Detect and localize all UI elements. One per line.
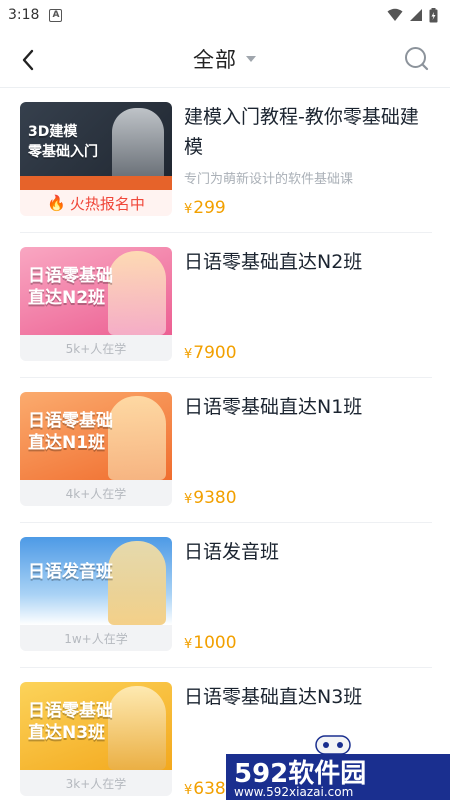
signal-icon — [410, 9, 422, 21]
currency-symbol: ¥ — [184, 202, 193, 217]
course-thumbnail: 3D建模 零基础入门 🔥 火热报名中 — [20, 102, 172, 232]
page-title: 全部 — [193, 47, 237, 72]
fire-icon: 🔥 — [47, 194, 66, 212]
price-value: 299 — [193, 198, 226, 218]
cover-text: 日语零基础 直达N2班 — [28, 266, 113, 308]
watermark-url: www.592xiazai.com — [234, 785, 353, 799]
chevron-left-icon — [22, 49, 34, 71]
course-thumbnail: 日语零基础 直达N3班 3k+人在学 — [20, 682, 172, 800]
notification-a-icon: A — [49, 8, 63, 22]
back-button[interactable] — [20, 46, 50, 74]
status-bar: 3:18 A — [0, 0, 450, 30]
course-price: ¥1000 — [184, 633, 432, 653]
course-title: 日语零基础直达N3班 — [184, 686, 363, 708]
course-thumbnail: 日语发音班 1w+人在学 — [20, 537, 172, 667]
course-cover-image: 日语零基础 直达N3班 — [20, 682, 172, 770]
course-thumbnail: 日语零基础 直达N2班 5k+人在学 — [20, 247, 172, 377]
course-item[interactable]: 日语零基础 直达N2班 5k+人在学 日语零基础直达N2班 ¥7900 — [20, 233, 432, 378]
price-value: 9380 — [193, 488, 237, 508]
search-button[interactable] — [402, 44, 432, 74]
price-value: 638 — [193, 779, 226, 799]
course-title: 建模入门教程-教你零基础建模 — [184, 106, 419, 158]
learners-badge: 1w+人在学 — [20, 625, 172, 651]
top-bar: 全部 — [0, 30, 450, 88]
course-title: 日语零基础直达N2班 — [184, 251, 363, 273]
course-thumbnail: 日语零基础 直达N1班 4k+人在学 — [20, 392, 172, 522]
cover-text-line1: 3D建模 零基础入门 — [28, 124, 98, 160]
search-icon — [405, 47, 429, 71]
category-dropdown[interactable]: 全部 — [193, 44, 257, 74]
learners-badge: 4k+人在学 — [20, 480, 172, 506]
currency-symbol: ¥ — [184, 492, 193, 507]
currency-symbol: ¥ — [184, 783, 193, 798]
badge-label: 火热报名中 — [69, 194, 145, 213]
watermark-logo: 592软件园 www.592xiazai.com — [226, 728, 450, 800]
currency-symbol: ¥ — [184, 637, 193, 652]
course-price: ¥299 — [184, 198, 432, 218]
course-item[interactable]: 日语发音班 1w+人在学 日语发音班 ¥1000 — [20, 523, 432, 668]
course-info: 建模入门教程-教你零基础建模 专门为萌新设计的软件基础课 ¥299 — [172, 102, 432, 232]
course-price: ¥7900 — [184, 343, 432, 363]
battery-icon — [429, 7, 438, 22]
course-info: 日语零基础直达N2班 ¥7900 — [172, 247, 432, 377]
learners-badge: 3k+人在学 — [20, 770, 172, 796]
course-cover-image: 3D建模 零基础入门 — [20, 102, 172, 190]
course-info: 日语零基础直达N1班 ¥9380 — [172, 392, 432, 522]
course-item[interactable]: 3D建模 零基础入门 🔥 火热报名中 建模入门教程-教你零基础建模 专门为萌新设… — [20, 88, 432, 233]
course-title: 日语零基础直达N1班 — [184, 396, 363, 418]
course-subtitle: 专门为萌新设计的软件基础课 — [184, 172, 354, 187]
status-icons — [387, 7, 438, 23]
status-badge: 🔥 火热报名中 — [20, 190, 172, 216]
status-time: 3:18 — [8, 7, 40, 23]
caret-down-icon — [246, 55, 256, 62]
cover-text: 日语发音班 — [28, 562, 113, 582]
wifi-icon — [387, 8, 403, 21]
price-value: 7900 — [193, 343, 237, 363]
course-title: 日语发音班 — [184, 541, 280, 563]
course-cover-image: 日语零基础 直达N2班 — [20, 247, 172, 335]
course-list: 3D建模 零基础入门 🔥 火热报名中 建模入门教程-教你零基础建模 专门为萌新设… — [0, 88, 450, 800]
cover-text: 日语零基础 直达N1班 — [28, 411, 113, 453]
currency-symbol: ¥ — [184, 347, 193, 362]
course-item[interactable]: 日语零基础 直达N1班 4k+人在学 日语零基础直达N1班 ¥9380 — [20, 378, 432, 523]
course-price: ¥9380 — [184, 488, 432, 508]
learners-badge: 5k+人在学 — [20, 335, 172, 361]
cover-text: 日语零基础 直达N3班 — [28, 701, 113, 743]
course-cover-image: 日语发音班 — [20, 537, 172, 625]
course-info: 日语发音班 ¥1000 — [172, 537, 432, 667]
course-cover-image: 日语零基础 直达N1班 — [20, 392, 172, 480]
price-value: 1000 — [193, 633, 237, 653]
